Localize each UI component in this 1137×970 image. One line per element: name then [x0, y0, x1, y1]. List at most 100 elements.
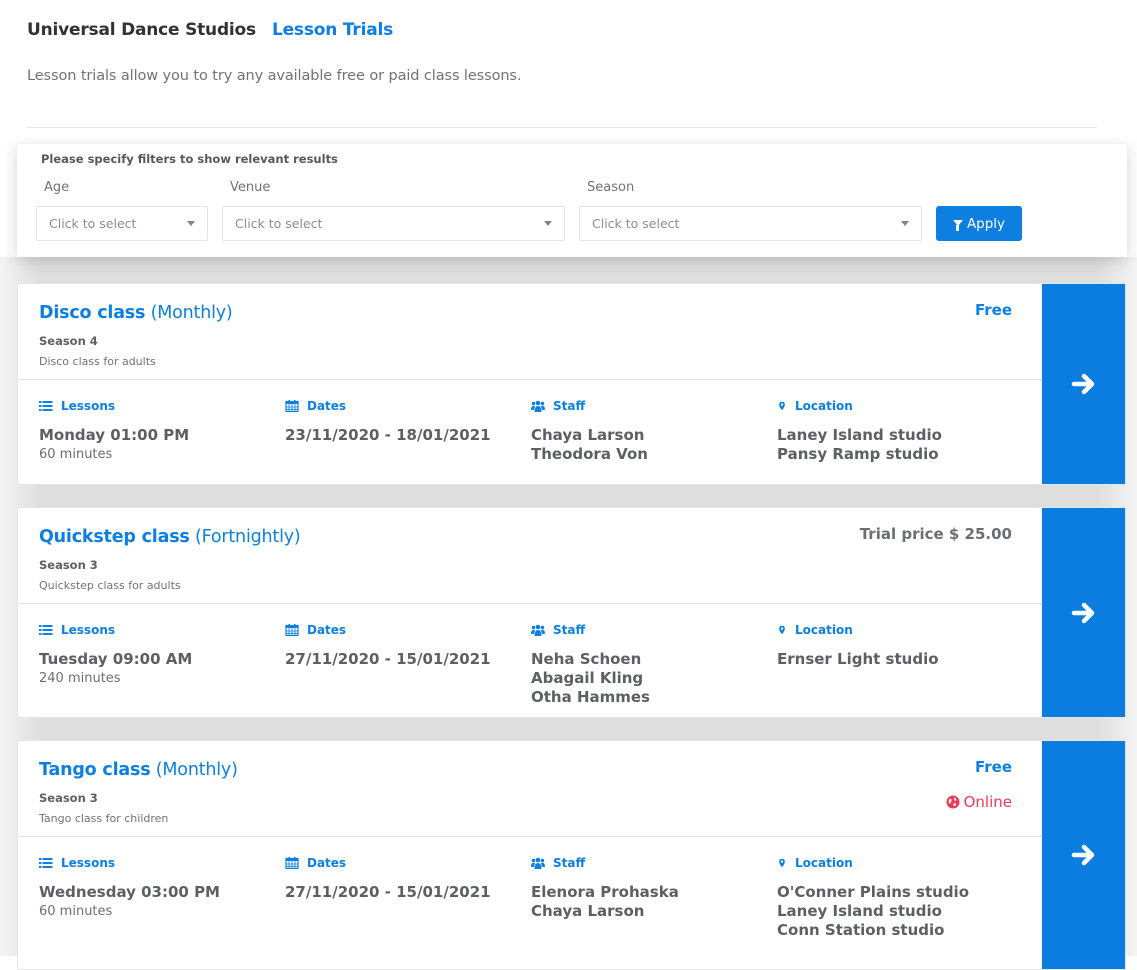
- staff-column: Staff Neha Schoen Abagail Kling Otha Hamme…: [531, 623, 650, 707]
- age-select[interactable]: Click to select: [36, 206, 208, 241]
- staff-list: Chaya Larson Theodora Von: [531, 426, 648, 464]
- class-description: Tango class for children: [39, 812, 169, 825]
- dates-column: Dates 27/11/2020 - 15/01/2021: [285, 623, 491, 669]
- lessons-heading: Lessons: [61, 623, 115, 637]
- class-card[interactable]: Quickstep class (Fortnightly) Season 3 Q…: [17, 507, 1126, 718]
- page-title: Lesson Trials: [271, 20, 394, 40]
- lesson-time: Tuesday 09:00 AM: [39, 650, 193, 668]
- class-title[interactable]: Disco class (Monthly): [39, 303, 233, 323]
- staff-member: Chaya Larson: [531, 426, 645, 444]
- online-badge: Online: [946, 793, 1012, 811]
- map-marker-icon: [779, 401, 785, 411]
- staff-heading: Staff: [553, 856, 586, 870]
- chevron-down-icon: [544, 221, 552, 226]
- list-icon: [39, 625, 53, 635]
- class-description: Quickstep class for adults: [39, 579, 181, 592]
- staff-member: Abagail Kling: [531, 669, 644, 687]
- list-icon: [39, 401, 53, 411]
- class-price: Free: [974, 758, 1012, 776]
- staff-member: Neha Schoen: [531, 650, 642, 668]
- season-label: Season: [587, 180, 635, 195]
- dates-heading: Dates: [307, 856, 347, 870]
- staff-list: Elenora Prohaska Chaya Larson: [531, 883, 679, 921]
- chevron-down-icon: [901, 221, 909, 226]
- class-title[interactable]: Quickstep class (Fortnightly): [39, 527, 301, 547]
- lesson-time: Wednesday 03:00 PM: [39, 883, 220, 901]
- season-select[interactable]: Click to select: [579, 206, 922, 241]
- map-marker-icon: [779, 625, 785, 635]
- location-item: Laney Island studio: [777, 902, 942, 920]
- age-select-placeholder: Click to select: [49, 216, 137, 231]
- users-icon: [531, 624, 545, 636]
- class-card[interactable]: Disco class (Monthly) Season 4 Disco cla…: [17, 283, 1126, 485]
- location-column: Location O'Conner Plains studio Laney Isl…: [777, 856, 969, 940]
- dates-heading: Dates: [307, 623, 347, 637]
- staff-column: Staff Chaya Larson Theodora Von: [531, 399, 648, 464]
- arrow-right-icon: [1071, 602, 1094, 623]
- location-item: Pansy Ramp studio: [777, 445, 939, 463]
- staff-member: Chaya Larson: [531, 902, 645, 920]
- location-list: O'Conner Plains studio Laney Island studi…: [777, 883, 969, 940]
- filter-icon: [952, 219, 963, 231]
- open-class-button[interactable]: [1042, 741, 1125, 969]
- lessons-column: Lessons Tuesday 09:00 AM 240 minutes: [39, 623, 192, 688]
- card-divider: [18, 836, 1044, 837]
- location-heading: Location: [795, 856, 853, 870]
- calendar-icon: [285, 624, 299, 636]
- brand-name: Universal Dance Studios: [27, 20, 256, 40]
- class-name: Quickstep class: [39, 527, 190, 547]
- card-divider: [18, 603, 1044, 604]
- lesson-duration: 240 minutes: [39, 671, 121, 686]
- globe-icon: [946, 795, 960, 809]
- location-list: Ernser Light studio: [777, 650, 939, 669]
- open-class-button[interactable]: [1042, 508, 1125, 717]
- users-icon: [531, 857, 545, 869]
- location-list: Laney Island studio Pansy Ramp studio: [777, 426, 942, 464]
- location-item: Laney Island studio: [777, 426, 942, 444]
- list-icon: [39, 858, 53, 868]
- page-header: Universal Dance Studios Lesson Trials: [27, 20, 393, 40]
- class-frequency: (Fortnightly): [195, 527, 301, 547]
- venue-select[interactable]: Click to select: [222, 206, 565, 241]
- card-divider: [18, 379, 1044, 380]
- calendar-icon: [285, 400, 299, 412]
- arrow-right-icon: [1071, 844, 1094, 866]
- lessons-column: Lessons Wednesday 03:00 PM 60 minutes: [39, 856, 220, 921]
- class-price: Trial price $ 25.00: [859, 525, 1012, 543]
- venue-select-placeholder: Click to select: [235, 216, 323, 231]
- arrow-right-icon: [1071, 373, 1094, 395]
- dates-column: Dates 27/11/2020 - 15/01/2021: [285, 856, 491, 902]
- class-title[interactable]: Tango class (Monthly): [39, 760, 238, 780]
- open-class-button[interactable]: [1042, 284, 1125, 484]
- class-name: Tango class: [39, 760, 151, 780]
- date-range: 23/11/2020 - 18/01/2021: [285, 426, 491, 444]
- season-select-placeholder: Click to select: [592, 216, 680, 231]
- lesson-duration: 60 minutes: [39, 447, 113, 462]
- filter-panel: Please specify filters to show relevant …: [17, 144, 1127, 257]
- header-divider: [27, 127, 1097, 128]
- lessons-heading: Lessons: [61, 856, 115, 870]
- class-season: Season 3: [39, 558, 98, 572]
- location-item: O'Conner Plains studio: [777, 883, 969, 901]
- class-description: Disco class for adults: [39, 355, 156, 368]
- location-column: Location Laney Island studio Pansy Ramp s…: [777, 399, 942, 464]
- location-column: Location Ernser Light studio: [777, 623, 939, 669]
- location-item: Ernser Light studio: [777, 650, 939, 668]
- filter-hint: Please specify filters to show relevant …: [41, 152, 338, 166]
- staff-member: Elenora Prohaska: [531, 883, 679, 901]
- lesson-time: Monday 01:00 PM: [39, 426, 190, 444]
- apply-label: Apply: [966, 215, 1006, 232]
- staff-member: Otha Hammes: [531, 688, 650, 706]
- lessons-column: Lessons Monday 01:00 PM 60 minutes: [39, 399, 189, 464]
- staff-heading: Staff: [553, 399, 586, 413]
- apply-button[interactable]: Apply: [936, 206, 1022, 241]
- map-marker-icon: [779, 858, 785, 868]
- class-card[interactable]: Tango class (Monthly) Season 3 Tango cla…: [17, 740, 1126, 970]
- users-icon: [531, 400, 545, 412]
- date-range: 27/11/2020 - 15/01/2021: [285, 650, 491, 668]
- age-label: Age: [44, 180, 70, 195]
- location-heading: Location: [795, 399, 853, 413]
- lessons-heading: Lessons: [61, 399, 115, 413]
- lesson-duration: 60 minutes: [39, 904, 113, 919]
- staff-column: Staff Elenora Prohaska Chaya Larson: [531, 856, 679, 921]
